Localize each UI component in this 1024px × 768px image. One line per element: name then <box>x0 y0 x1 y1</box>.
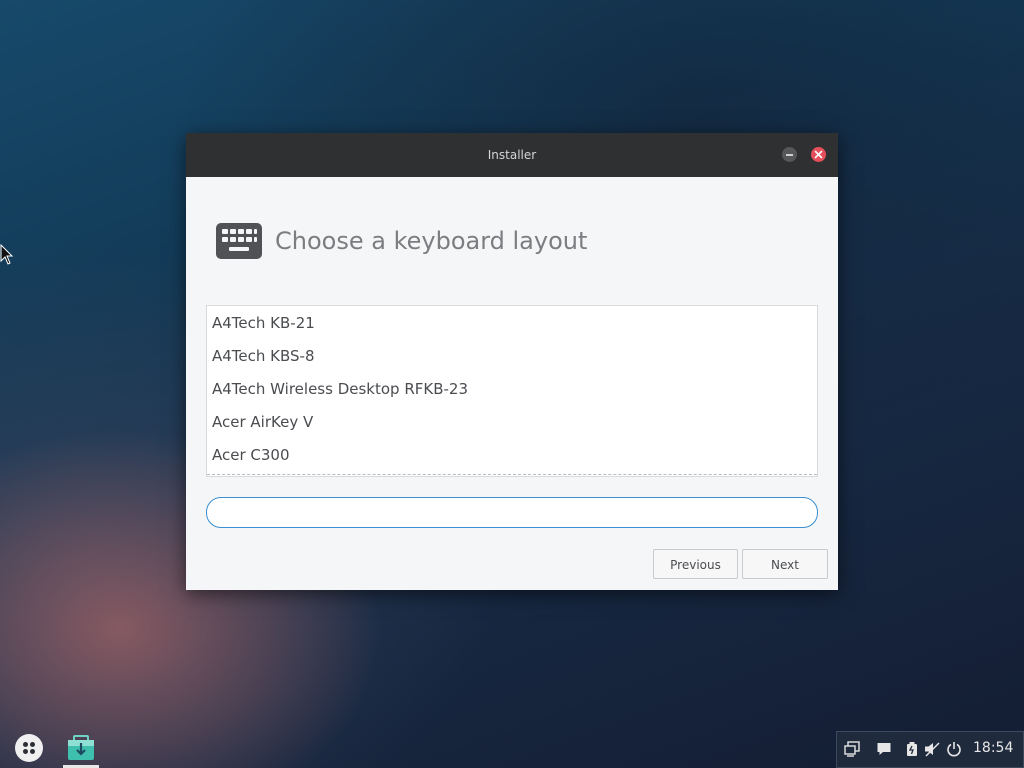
list-item[interactable]: Acer AirKey V <box>207 406 817 439</box>
volume-muted-icon[interactable] <box>924 741 940 757</box>
list-item[interactable]: A4Tech KBS-8 <box>207 340 817 373</box>
close-button[interactable] <box>811 147 826 162</box>
window-titlebar[interactable]: Installer <box>186 133 838 177</box>
page-header: Choose a keyboard layout <box>216 223 587 259</box>
page-title: Choose a keyboard layout <box>275 227 588 255</box>
installer-window: Installer Choose a keyboard layout A4Tec… <box>186 133 838 590</box>
minimize-button[interactable] <box>782 147 797 162</box>
list-item[interactable]: A4Tech Wireless Desktop RFKB-23 <box>207 373 817 406</box>
battery-icon[interactable] <box>905 741 919 757</box>
network-icon[interactable] <box>844 741 860 757</box>
list-item[interactable]: Acer C300 <box>207 439 817 472</box>
list-item[interactable]: A4Tech KB-21 <box>207 307 817 340</box>
keyboard-icon <box>216 223 262 259</box>
window-title: Installer <box>487 148 537 162</box>
close-icon <box>814 150 823 159</box>
next-button[interactable]: Next <box>742 549 828 579</box>
clock[interactable]: 18:54 <box>973 740 1013 756</box>
power-icon[interactable] <box>946 741 962 757</box>
system-tray: 18:54 <box>836 731 1024 768</box>
previous-button[interactable]: Previous <box>653 549 738 579</box>
installer-app-icon[interactable] <box>66 733 96 763</box>
list-divider <box>207 474 817 475</box>
app-launcher-button[interactable] <box>15 734 43 762</box>
keyboard-layout-list[interactable]: A4Tech KB-21 A4Tech KBS-8 A4Tech Wireles… <box>206 305 818 477</box>
search-input[interactable] <box>206 497 818 528</box>
mouse-pointer-icon <box>0 244 14 265</box>
chat-icon[interactable] <box>876 741 892 757</box>
